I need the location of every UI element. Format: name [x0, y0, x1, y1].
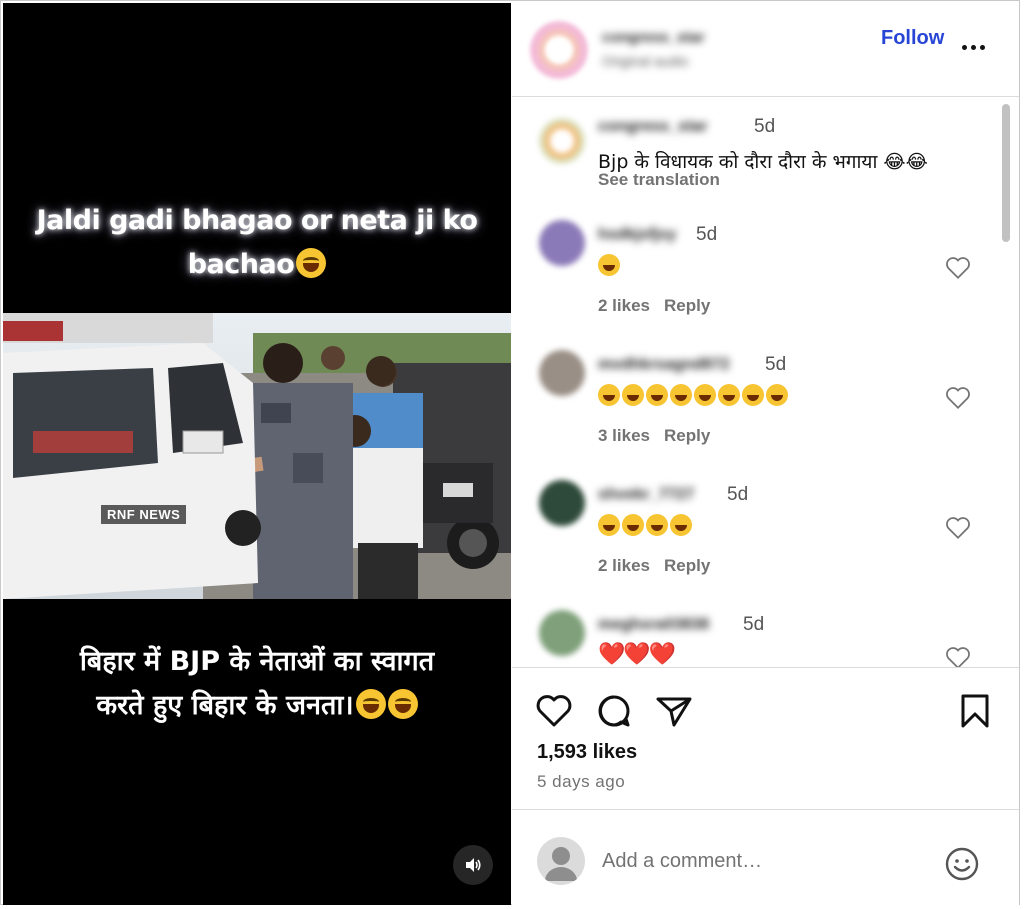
more-options-icon[interactable] [962, 31, 988, 51]
laughing-emoji-icon [598, 254, 620, 276]
save-bookmark-icon[interactable] [955, 691, 995, 731]
caption-bottom-line1: बिहार में BJP के नेताओं का स्वागत [79, 646, 435, 677]
add-comment-input[interactable] [602, 846, 922, 876]
speaker-icon [466, 858, 481, 872]
post-header: congress_star Original audio Follow [512, 3, 1019, 97]
comment-time: 5d [765, 354, 787, 375]
laughing-emoji-icon [387, 689, 418, 719]
video-caption-bottom: बिहार में BJP के नेताओं का स्वागत करते ह… [3, 640, 511, 728]
laughing-emoji-icon [718, 384, 740, 406]
comment-item: hsdkjsfjsy 5d 2 likes Reply [512, 220, 997, 326]
caption-top-line2: bachao [187, 249, 295, 280]
like-comment-heart-icon[interactable] [945, 646, 971, 668]
reply-button[interactable]: Reply [664, 556, 710, 575]
comment-bubble-icon[interactable] [594, 691, 634, 731]
default-user-icon [545, 847, 577, 881]
comment-meta: 3 likes Reply [598, 426, 710, 446]
laughing-emoji-icon [598, 384, 620, 406]
comment-username[interactable]: hsdkjsfjsy [598, 226, 676, 244]
laughing-emoji-icon [694, 384, 716, 406]
see-translation-link[interactable]: See translation [598, 170, 720, 190]
laughing-emoji-icon [742, 384, 764, 406]
volume-button[interactable] [453, 845, 493, 885]
laughing-emoji-icon [622, 514, 644, 536]
add-comment-bar [512, 809, 1019, 905]
like-comment-heart-icon[interactable] [945, 516, 971, 540]
video-frame-image: RNF NEWS [3, 313, 511, 599]
crowd-car-scene [3, 313, 511, 599]
comment-text [598, 514, 694, 537]
comment-username[interactable]: meghsra03838 [598, 616, 709, 634]
author-username[interactable]: congress_star [602, 29, 705, 46]
comment-item: mvdhkrsagnd872 5d 3 likes Reply [512, 350, 997, 456]
share-send-icon[interactable] [654, 691, 694, 731]
laughing-emoji-icon [622, 384, 644, 406]
current-user-avatar [537, 837, 585, 885]
caption-top-line1: Jaldi gadi bhagao or neta ji ko [36, 205, 478, 236]
laughing-emoji-icon [670, 384, 692, 406]
post-actions: 1,593 likes 5 days ago [512, 669, 1019, 809]
comments-scrollbar[interactable] [1001, 100, 1011, 666]
caption-comment: congress_star 5d Bjp के विधायक को दौरा द… [512, 116, 997, 198]
comment-avatar[interactable] [539, 480, 585, 526]
follow-button[interactable]: Follow [881, 27, 944, 50]
like-comment-heart-icon[interactable] [945, 386, 971, 410]
comment-likes[interactable]: 2 likes [598, 556, 650, 575]
comment-text [598, 254, 622, 277]
emoji-picker-icon[interactable] [944, 846, 980, 882]
comment-likes[interactable]: 2 likes [598, 296, 650, 315]
comment-time: 5d [754, 116, 776, 137]
comment-avatar[interactable] [539, 118, 585, 164]
comment-time: 5d [696, 224, 718, 245]
caption-bottom-line2: करते हुए बिहार के जनता। [96, 690, 354, 721]
laughing-emoji-icon [598, 514, 620, 536]
likes-count[interactable]: 1,593 likes [537, 741, 637, 764]
reply-button[interactable]: Reply [664, 426, 710, 445]
comment-meta: 2 likes Reply [598, 296, 710, 316]
comment-likes[interactable]: 3 likes [598, 426, 650, 445]
laughing-emoji-icon [766, 384, 788, 406]
comment-time: 5d [743, 614, 765, 635]
comment-username[interactable]: congress_star [598, 118, 707, 136]
comments-list[interactable]: congress_star 5d Bjp के विधायक को दौरा द… [512, 98, 1019, 668]
laughing-emoji-icon [646, 384, 668, 406]
laughing-emoji-icon [646, 514, 668, 536]
comment-username[interactable]: mvdhkrsagnd872 [598, 356, 730, 374]
video-caption-top: Jaldi gadi bhagao or neta ji ko bachao [3, 199, 511, 287]
laughing-emoji-icon [670, 514, 692, 536]
comment-time: 5d [727, 484, 749, 505]
comment-avatar[interactable] [539, 220, 585, 266]
comment-text: ❤️❤️❤️ [598, 642, 676, 667]
laughing-emoji-icon [296, 248, 327, 278]
like-heart-icon[interactable] [534, 691, 574, 731]
news-watermark: RNF NEWS [101, 505, 187, 524]
comment-item: shvekr_7727 5d 2 likes Reply [512, 480, 997, 586]
comment-text [598, 384, 790, 407]
author-avatar[interactable] [530, 21, 588, 79]
scrollbar-thumb[interactable] [1002, 104, 1010, 242]
comment-avatar[interactable] [539, 610, 585, 656]
comment-avatar[interactable] [539, 350, 585, 396]
post-side-panel: congress_star Original audio Follow cong… [512, 3, 1019, 905]
reel-video[interactable]: Jaldi gadi bhagao or neta ji ko bachao R… [3, 3, 511, 905]
sweat-smile-emoji-icon [355, 689, 386, 719]
post-modal: Jaldi gadi bhagao or neta ji ko bachao R… [0, 0, 1020, 905]
audio-subtitle[interactable]: Original audio [602, 53, 688, 69]
like-comment-heart-icon[interactable] [945, 256, 971, 280]
reply-button[interactable]: Reply [664, 296, 710, 315]
comment-meta: 2 likes Reply [598, 556, 710, 576]
comment-item: meghsra03838 5d ❤️❤️❤️ [512, 610, 997, 668]
comment-username[interactable]: shvekr_7727 [598, 486, 694, 504]
post-time-ago: 5 days ago [537, 772, 626, 791]
